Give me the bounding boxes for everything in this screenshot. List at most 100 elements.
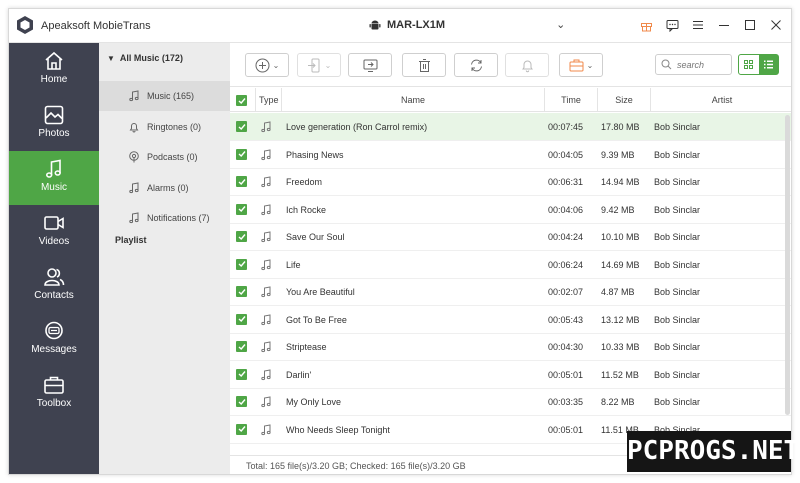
nav-label: Videos bbox=[38, 236, 70, 247]
song-time: 00:04:24 bbox=[548, 232, 584, 242]
nav-home[interactable]: Home bbox=[9, 43, 99, 97]
grid-icon bbox=[744, 60, 754, 69]
all-music-label: All Music (172) bbox=[119, 53, 183, 63]
music-note-icon bbox=[260, 121, 272, 133]
close-icon[interactable] bbox=[769, 18, 783, 32]
add-button[interactable]: ⌄ bbox=[245, 53, 289, 77]
col-artist[interactable]: Artist bbox=[651, 88, 791, 112]
nav-contacts[interactable]: Contacts bbox=[9, 259, 99, 313]
category-label: Notifications (7) bbox=[147, 213, 210, 223]
table-row[interactable]: Life 00:06:24 14.69 MB Bob Sinclar bbox=[230, 251, 791, 279]
category-music[interactable]: Music (165) bbox=[99, 81, 230, 111]
table-row[interactable]: Ich Rocke 00:04:06 9.42 MB Bob Sinclar bbox=[230, 196, 791, 224]
song-name: Striptease bbox=[286, 342, 327, 352]
row-checkbox[interactable] bbox=[236, 203, 247, 215]
alarm-icon bbox=[129, 182, 139, 194]
refresh-icon bbox=[470, 59, 482, 71]
row-checkbox[interactable] bbox=[236, 313, 247, 325]
col-type[interactable]: Type bbox=[256, 88, 282, 112]
row-checkbox[interactable] bbox=[236, 341, 247, 352]
nav-photos[interactable]: Photos bbox=[9, 97, 99, 151]
category-podcasts[interactable]: Podcasts (0) bbox=[99, 142, 230, 172]
delete-button[interactable] bbox=[402, 53, 446, 77]
grid-view-button[interactable] bbox=[739, 55, 759, 74]
table-row[interactable]: Striptease 00:04:30 10.33 MB Bob Sinclar bbox=[230, 333, 791, 361]
col-size[interactable]: Size bbox=[598, 88, 651, 112]
ringtone-maker-button[interactable] bbox=[505, 53, 549, 77]
row-checkbox[interactable] bbox=[236, 396, 247, 407]
row-checkbox[interactable] bbox=[236, 231, 247, 242]
nav-label: Home bbox=[40, 74, 68, 85]
category-ringtones[interactable]: Ringtones (0) bbox=[99, 112, 230, 142]
category-alarms[interactable]: Alarms (0) bbox=[99, 173, 230, 203]
nav-videos[interactable]: Videos bbox=[9, 205, 99, 259]
table-row[interactable]: Freedom 00:06:31 14.94 MB Bob Sinclar bbox=[230, 168, 791, 196]
category-notifications[interactable]: Notifications (7) bbox=[99, 203, 230, 233]
row-checkbox[interactable] bbox=[236, 368, 247, 380]
chevron-down-icon[interactable]: ⌄ bbox=[556, 18, 565, 31]
table-row[interactable]: Got To Be Free 00:05:43 13.12 MB Bob Sincla… bbox=[230, 306, 791, 334]
row-checkbox[interactable] bbox=[236, 423, 247, 435]
song-size: 9.42 MB bbox=[601, 204, 635, 215]
table-row[interactable]: Darlin' 00:05:01 11.52 MB Bob Sinclar bbox=[230, 361, 791, 389]
minimize-icon[interactable] bbox=[717, 18, 731, 32]
toolbox-button[interactable]: ⌄ bbox=[559, 53, 603, 77]
videos-icon bbox=[44, 216, 64, 230]
col-time[interactable]: Time bbox=[545, 88, 598, 112]
nav-music[interactable]: Music bbox=[9, 151, 99, 205]
song-time: 00:05:01 bbox=[548, 424, 584, 435]
nav-label: Messages bbox=[31, 344, 77, 355]
bell-icon bbox=[521, 60, 533, 72]
song-artist: Bob Sinclar bbox=[654, 149, 701, 160]
song-name: Got To Be Free bbox=[286, 314, 347, 325]
category-label: Alarms (0) bbox=[147, 183, 189, 193]
table-row[interactable]: My Only Love 00:03:35 8.22 MB Bob Sinclar bbox=[230, 388, 791, 416]
maximize-icon[interactable] bbox=[743, 18, 757, 32]
song-artist: Bob Sinclar bbox=[654, 177, 701, 187]
select-all-checkbox[interactable] bbox=[236, 95, 247, 106]
device-selector[interactable]: MAR-LX1M ⌄ bbox=[369, 18, 565, 31]
all-music-header[interactable]: ▼ All Music (172) bbox=[107, 53, 183, 63]
song-size: 13.12 MB bbox=[601, 314, 640, 325]
music-icon bbox=[45, 159, 61, 178]
table-scrollbar[interactable] bbox=[785, 113, 791, 451]
export-to-device-button[interactable]: ⌄ bbox=[297, 53, 341, 77]
table-row[interactable]: Phasing News 00:04:05 9.39 MB Bob Sinclar bbox=[230, 141, 791, 169]
table-row[interactable]: Love generation (Ron Carrol remix) 00:07:… bbox=[230, 113, 791, 141]
song-time: 00:04:30 bbox=[548, 342, 584, 352]
col-name[interactable]: Name bbox=[282, 88, 545, 112]
music-note-icon bbox=[260, 231, 272, 243]
title-bar: Apeaksoft MobieTrans MAR-LX1M ⌄ bbox=[9, 9, 791, 43]
row-checkbox[interactable] bbox=[236, 121, 247, 132]
row-checkbox[interactable] bbox=[236, 148, 247, 160]
song-size: 14.69 MB bbox=[601, 259, 640, 270]
nav-messages[interactable]: Messages bbox=[9, 313, 99, 367]
music-note-icon bbox=[260, 423, 272, 436]
refresh-button[interactable] bbox=[454, 53, 498, 77]
podcast-icon bbox=[129, 151, 139, 163]
table-row[interactable]: Save Our Soul 00:04:24 10.10 MB Bob Sinclar bbox=[230, 223, 791, 251]
row-checkbox[interactable] bbox=[236, 176, 247, 187]
search-box[interactable] bbox=[655, 54, 732, 75]
song-time: 00:02:07 bbox=[548, 287, 584, 297]
table-row[interactable]: You Are Beautiful 00:02:07 4.87 MB Bob Sinc… bbox=[230, 278, 791, 306]
export-to-pc-button[interactable] bbox=[348, 53, 392, 77]
caret-down-icon: ▼ bbox=[107, 53, 115, 63]
feedback-icon[interactable] bbox=[665, 18, 679, 32]
song-time: 00:07:45 bbox=[548, 122, 584, 132]
search-input[interactable] bbox=[677, 59, 729, 70]
song-name: Darlin' bbox=[286, 369, 312, 380]
nav-toolbox[interactable]: Toolbox bbox=[9, 367, 99, 421]
gift-icon[interactable] bbox=[639, 18, 653, 32]
song-artist: Bob Sinclar bbox=[654, 397, 701, 407]
list-icon bbox=[763, 60, 773, 69]
scroll-thumb[interactable] bbox=[785, 115, 790, 415]
playlist-header[interactable]: Playlist bbox=[115, 235, 147, 245]
song-size: 11.52 MB bbox=[601, 369, 639, 380]
row-checkbox[interactable] bbox=[236, 286, 247, 297]
song-artist: Bob Sinclar bbox=[654, 342, 701, 352]
row-checkbox[interactable] bbox=[236, 258, 247, 270]
menu-icon[interactable] bbox=[691, 18, 705, 32]
list-view-button[interactable] bbox=[758, 55, 778, 74]
song-time: 00:05:01 bbox=[548, 369, 584, 380]
